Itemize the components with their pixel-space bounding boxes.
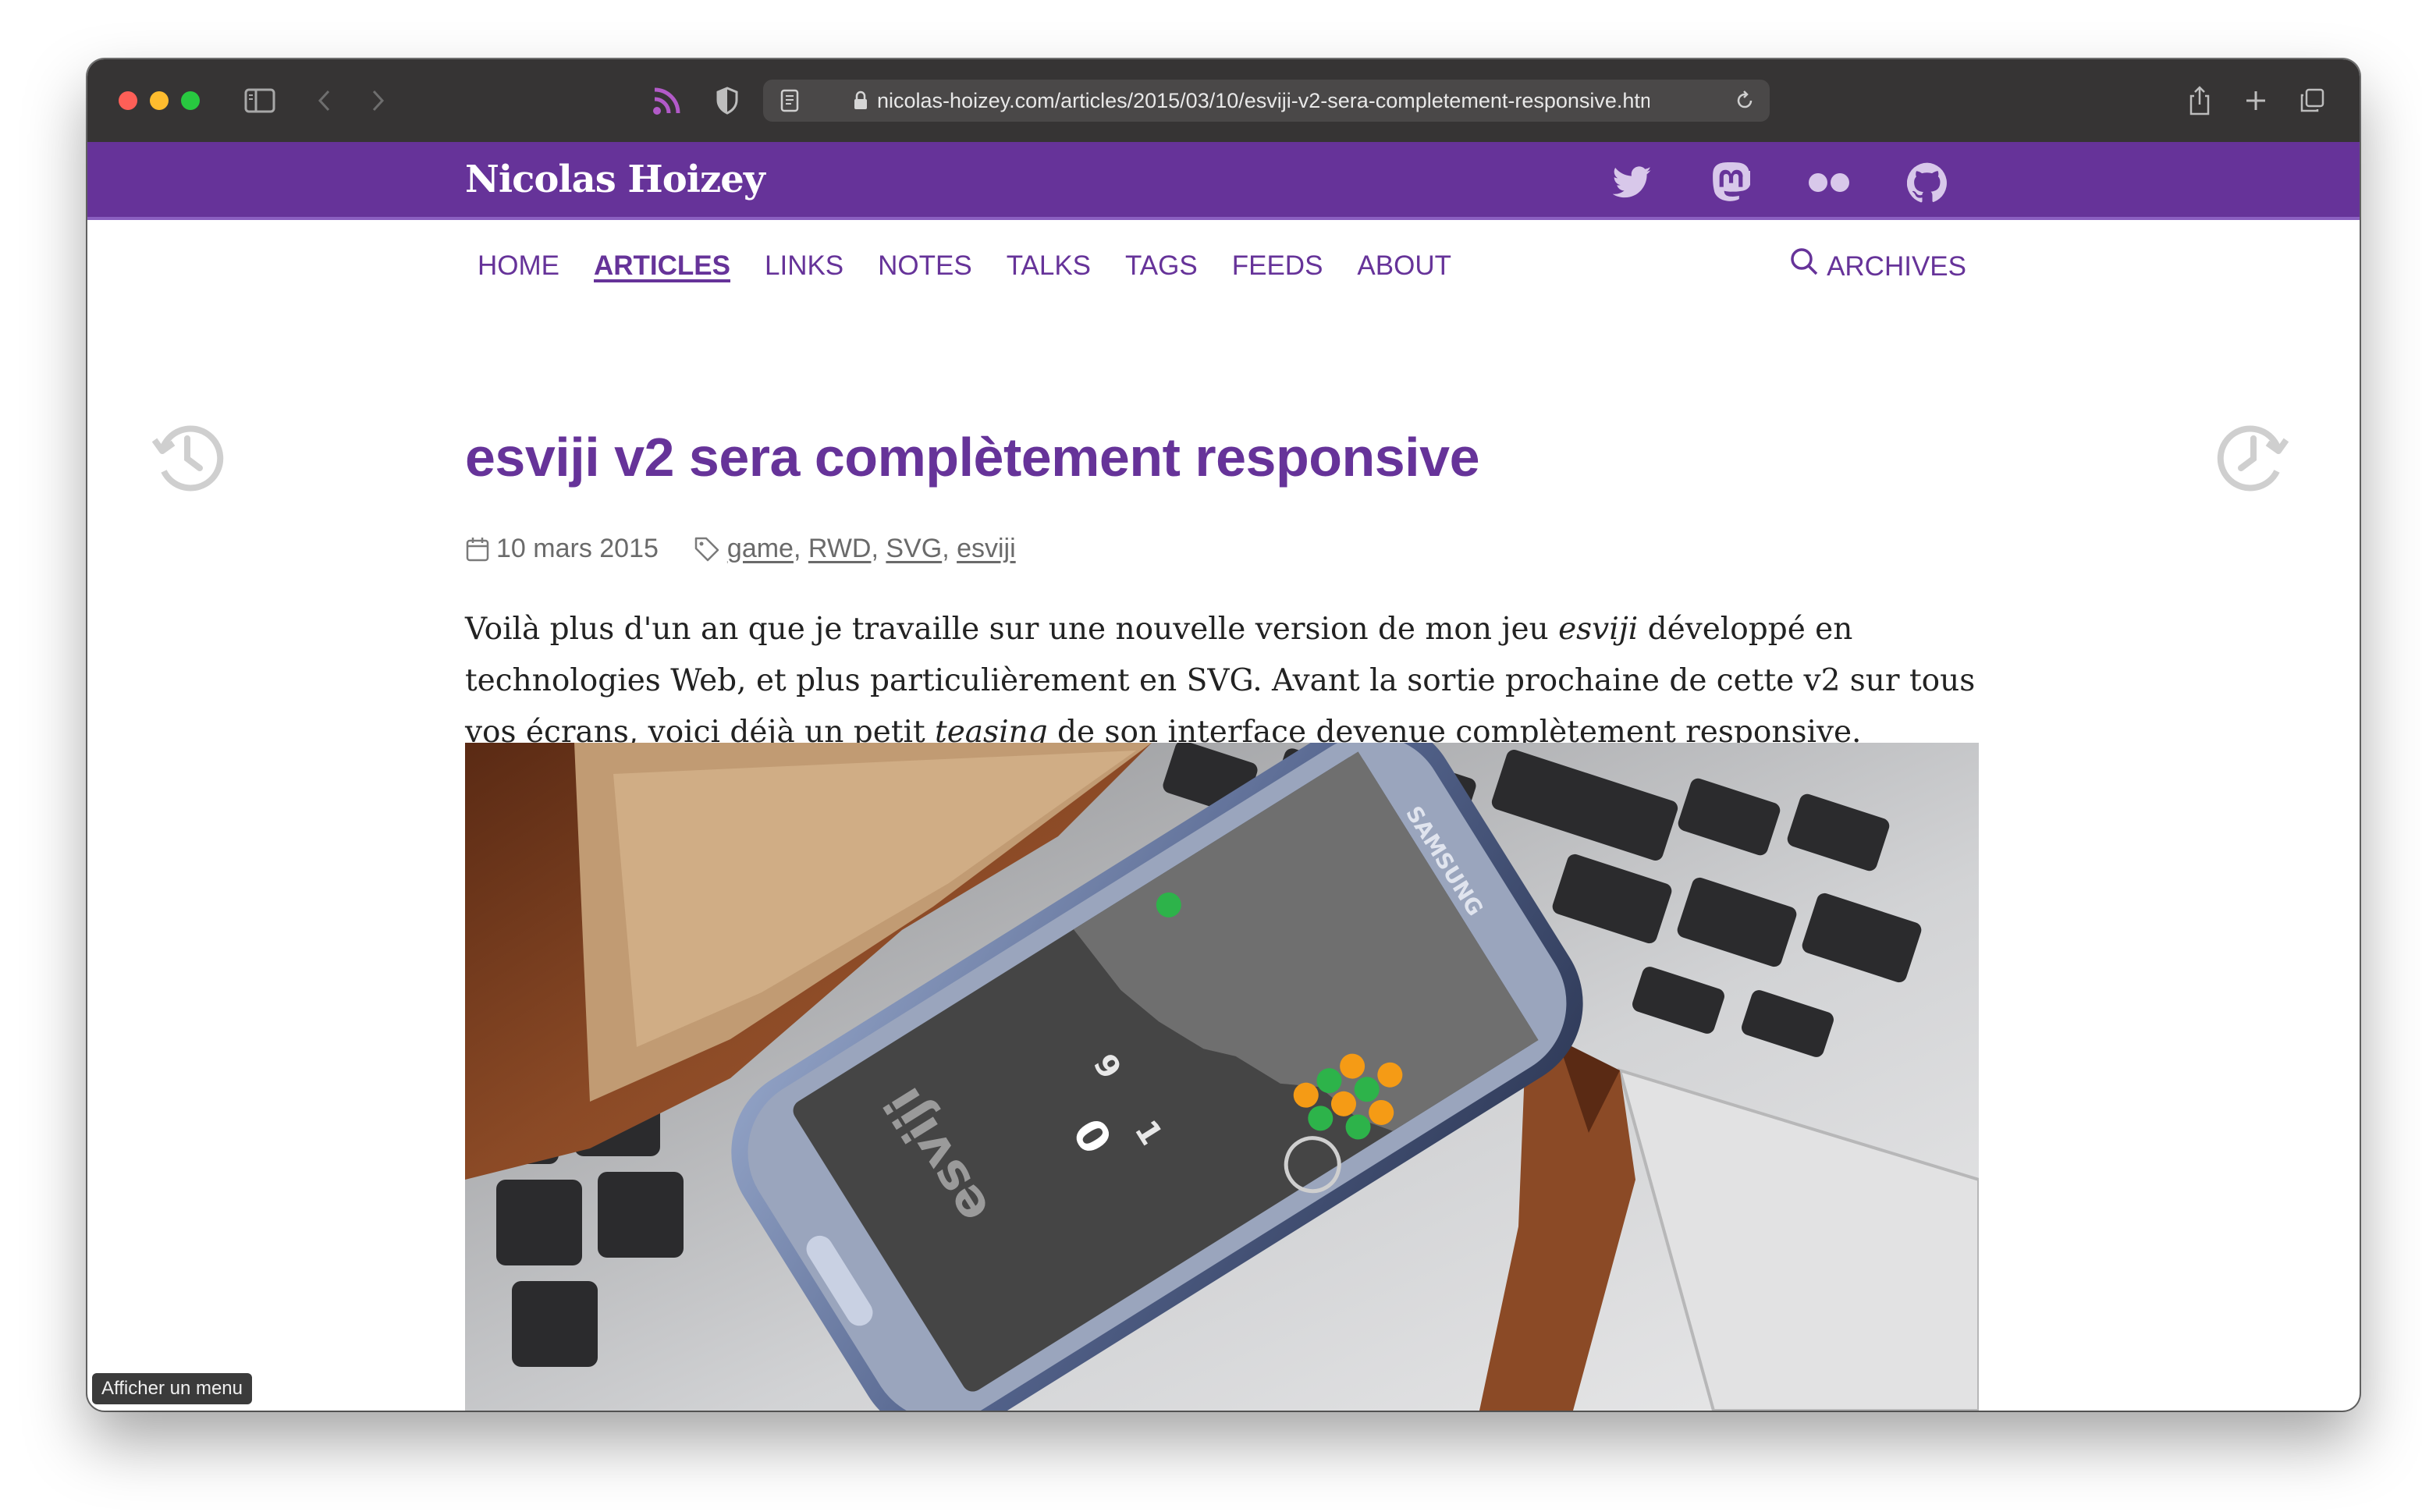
calendar-icon <box>465 536 490 563</box>
tag-separator: , <box>793 534 808 563</box>
nav-links[interactable]: LINKS <box>765 247 843 286</box>
tag-separator: , <box>942 534 957 563</box>
new-tab-icon[interactable] <box>2236 81 2275 120</box>
phone-photo: esviji 0 9 1 SAMSUNG <box>465 743 1979 1411</box>
article-hero-image: esviji 0 9 1 SAMSUNG <box>465 743 1979 1411</box>
tag-separator: , <box>871 534 886 563</box>
article-date: 10 mars 2015 <box>496 534 659 563</box>
nav-notes[interactable]: NOTES <box>878 247 972 286</box>
browser-toolbar: nicolas-hoizey.com/articles/2015/03/10/e… <box>87 59 2360 142</box>
search-icon <box>1789 247 1819 287</box>
privacy-shield-icon[interactable] <box>710 81 744 120</box>
article-intro: Voilà plus d'un an que je travaille sur … <box>465 604 1987 758</box>
nav-talks[interactable]: TALKS <box>1007 247 1091 286</box>
tag-link[interactable]: SVG <box>886 534 942 564</box>
sidebar-toggle-icon[interactable] <box>240 81 279 120</box>
close-window-button[interactable] <box>119 91 137 110</box>
article-meta: 10 mars 2015 game, RWD, SVG, esviji <box>465 534 1016 564</box>
previous-article-icon[interactable] <box>147 417 228 498</box>
tag-icon <box>693 535 721 563</box>
zoom-window-button[interactable] <box>181 91 200 110</box>
tag-link[interactable]: game <box>727 534 794 564</box>
nav-feeds[interactable]: FEEDS <box>1232 247 1323 286</box>
share-icon[interactable] <box>2180 81 2219 120</box>
lock-icon <box>851 83 871 119</box>
archives-link[interactable]: ARCHIVES <box>1789 247 1966 287</box>
article-title: esviji v2 sera complètement responsive <box>465 427 1480 488</box>
next-article-icon[interactable] <box>2213 417 2294 498</box>
browser-window: nicolas-hoizey.com/articles/2015/03/10/e… <box>87 59 2360 1411</box>
flickr-icon[interactable] <box>1807 161 1851 204</box>
tag-link[interactable]: esviji <box>957 534 1016 564</box>
nav-articles[interactable]: ARTICLES <box>594 247 730 286</box>
forward-icon[interactable] <box>362 81 393 120</box>
address-bar[interactable]: nicolas-hoizey.com/articles/2015/03/10/e… <box>763 80 1770 122</box>
reload-icon[interactable] <box>1729 83 1760 119</box>
site-header: Nicolas Hoizey <box>87 142 2360 220</box>
main-nav: HOME ARTICLES LINKS NOTES TALKS TAGS FEE… <box>478 247 1486 286</box>
rss-feed-icon[interactable] <box>648 81 687 120</box>
mastodon-icon[interactable] <box>1709 161 1753 204</box>
menu-tooltip: Afficher un menu <box>92 1373 252 1404</box>
archives-label: ARCHIVES <box>1827 251 1966 282</box>
site-title[interactable]: Nicolas Hoizey <box>465 158 765 201</box>
url-text[interactable]: nicolas-hoizey.com/articles/2015/03/10/e… <box>877 80 1650 122</box>
nav-home[interactable]: HOME <box>478 247 559 286</box>
back-icon[interactable] <box>309 81 340 120</box>
tab-overview-icon[interactable] <box>2292 81 2331 120</box>
nav-tags[interactable]: TAGS <box>1125 247 1198 286</box>
minimize-window-button[interactable] <box>150 91 169 110</box>
github-icon[interactable] <box>1905 161 1949 204</box>
reader-view-icon[interactable] <box>774 83 805 119</box>
intro-text: Voilà plus d'un an que je travaille sur … <box>465 612 1559 647</box>
twitter-icon[interactable] <box>1611 161 1654 204</box>
tag-link[interactable]: RWD <box>808 534 872 564</box>
intro-emphasis: esviji <box>1558 612 1639 647</box>
nav-about[interactable]: ABOUT <box>1357 247 1451 286</box>
